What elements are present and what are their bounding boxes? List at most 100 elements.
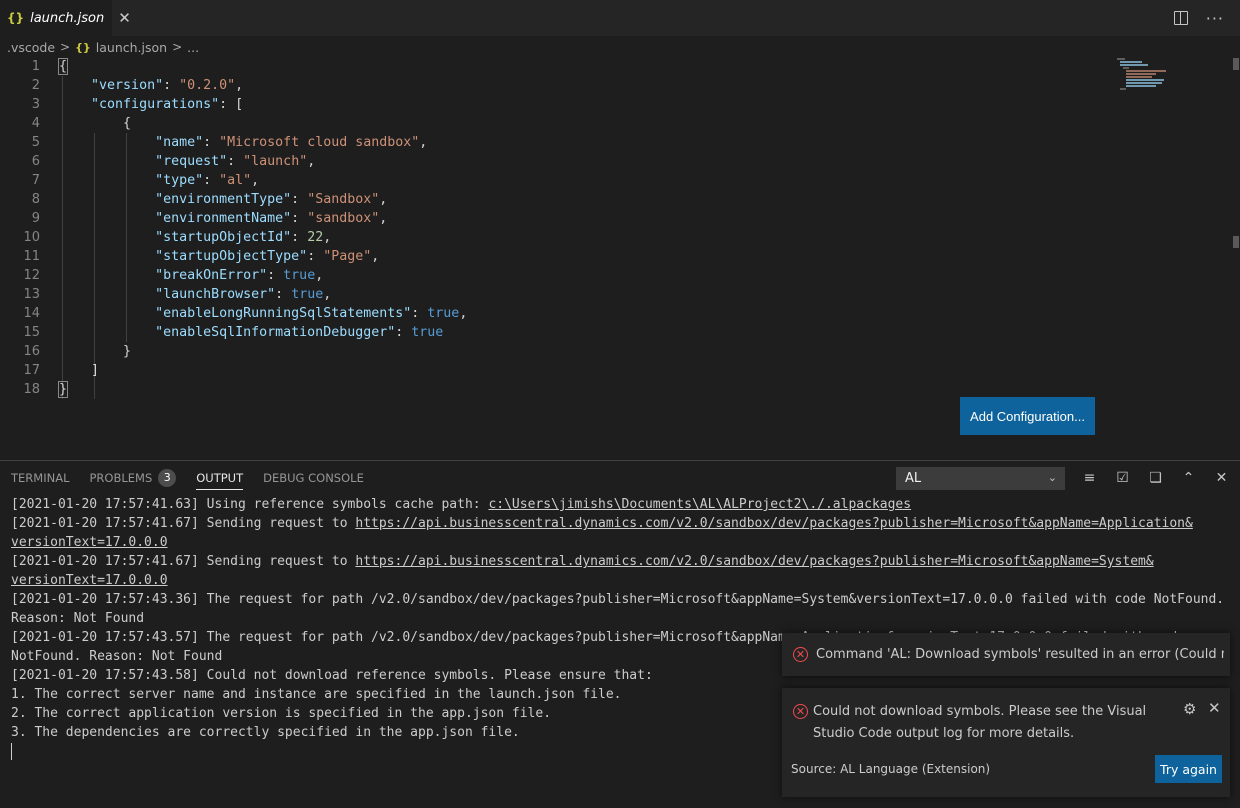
scrollbar-marker bbox=[1233, 236, 1239, 248]
code-token: "request" bbox=[155, 154, 228, 169]
output-channel-select[interactable]: AL ⌄ bbox=[896, 467, 1065, 490]
breadcrumb-file[interactable]: launch.json bbox=[96, 40, 167, 55]
code-content[interactable]: { "version": "0.2.0", "configurations": … bbox=[57, 57, 468, 399]
code-token: : bbox=[227, 154, 244, 169]
code-line: "enableSqlInformationDebugger": true bbox=[59, 323, 467, 342]
output-link[interactable]: https://api.businesscentral.dynamics.com… bbox=[355, 554, 1153, 569]
chevron-down-icon: ⌄ bbox=[1047, 471, 1057, 484]
code-token: : bbox=[203, 173, 220, 188]
code-line: "type": "al", bbox=[59, 171, 467, 190]
code-line: } bbox=[59, 342, 467, 361]
code-token: } bbox=[59, 344, 132, 359]
notification-message: Command 'AL: Download symbols' resulted … bbox=[816, 647, 1224, 662]
code-token: : bbox=[291, 230, 308, 245]
chevron-right-icon: > bbox=[60, 40, 71, 54]
line-number-gutter: 1 2 3 4 5 6 7 8 9 10 11 12 13 14 15 16 17 18 bbox=[0, 57, 40, 399]
code-line: "environmentName": "sandbox", bbox=[59, 209, 467, 228]
output-line: [2021-01-20 17:57:41.67] Sending request… bbox=[11, 514, 1226, 533]
code-token: "Microsoft cloud sandbox" bbox=[219, 135, 420, 150]
split-editor-icon[interactable] bbox=[1173, 11, 1188, 25]
breadcrumb-more[interactable]: ... bbox=[187, 40, 199, 55]
text-cursor bbox=[11, 743, 12, 760]
code-token: ] bbox=[59, 363, 100, 378]
maximize-panel-icon[interactable]: ⌃ bbox=[1179, 470, 1198, 486]
clear-output-icon[interactable]: ≡ bbox=[1080, 470, 1099, 486]
code-token: : bbox=[395, 325, 412, 340]
error-notification-detailed[interactable]: ✕ Could not download symbols. Please see… bbox=[782, 688, 1230, 797]
tab-debug-console[interactable]: DEBUG CONSOLE bbox=[263, 461, 364, 495]
code-token: : bbox=[203, 135, 220, 150]
code-token: , bbox=[459, 306, 468, 321]
close-icon[interactable]: ✕ bbox=[1208, 699, 1221, 717]
output-text: [2021-01-20 17:57:43.36] The request for… bbox=[11, 592, 1225, 607]
line-number: 14 bbox=[23, 306, 40, 321]
line-number: 1 bbox=[31, 59, 40, 74]
tab-launch-json[interactable]: {} launch.json ✕ bbox=[0, 0, 131, 36]
tab-terminal[interactable]: TERMINAL bbox=[11, 461, 69, 495]
error-notification[interactable]: ✕ Command 'AL: Download symbols' resulte… bbox=[782, 633, 1230, 676]
line-number: 17 bbox=[23, 363, 40, 378]
code-line: ] bbox=[59, 361, 467, 380]
code-token: , bbox=[307, 154, 316, 169]
output-link[interactable]: versionText=17.0.0.0 bbox=[11, 573, 168, 588]
tab-label: launch.json bbox=[30, 10, 105, 26]
close-icon[interactable]: ✕ bbox=[118, 9, 131, 27]
tab-label: OUTPUT bbox=[196, 471, 244, 485]
gear-icon[interactable]: ⚙ bbox=[1183, 700, 1196, 718]
output-line: [2021-01-20 17:57:41.63] Using reference… bbox=[11, 495, 1226, 514]
json-file-icon: {} bbox=[7, 11, 25, 25]
problems-count-badge: 3 bbox=[158, 469, 177, 487]
output-link[interactable]: c:\Users\jimishs\Documents\AL\ALProject2… bbox=[488, 497, 911, 512]
code-token: true bbox=[283, 268, 316, 283]
code-token: "configurations" bbox=[91, 97, 220, 112]
add-configuration-button[interactable]: Add Configuration... bbox=[960, 397, 1095, 435]
minimap[interactable] bbox=[1117, 58, 1169, 94]
line-number: 13 bbox=[23, 287, 40, 302]
line-number: 7 bbox=[31, 173, 40, 188]
breadcrumb-folder[interactable]: .vscode bbox=[7, 40, 55, 55]
code-token: "enableLongRunningSqlStatements" bbox=[155, 306, 412, 321]
line-number: 15 bbox=[23, 325, 40, 340]
code-token: true bbox=[291, 287, 324, 302]
code-token: "name" bbox=[155, 135, 204, 150]
line-number: 18 bbox=[23, 382, 40, 397]
close-panel-icon[interactable]: ✕ bbox=[1212, 470, 1231, 486]
code-token: "0.2.0" bbox=[179, 78, 236, 93]
code-line: "startupObjectType": "Page", bbox=[59, 247, 467, 266]
tab-label: TERMINAL bbox=[11, 471, 70, 485]
code-token: , bbox=[379, 211, 388, 226]
error-icon: ✕ bbox=[793, 647, 808, 662]
code-token: : bbox=[267, 268, 284, 283]
code-token: "al" bbox=[219, 173, 252, 188]
line-number: 5 bbox=[31, 135, 40, 150]
try-again-button[interactable]: Try again bbox=[1155, 755, 1222, 783]
output-text: [2021-01-20 17:57:41.67] Sending request… bbox=[11, 516, 356, 531]
code-token: true bbox=[427, 306, 460, 321]
code-token: : bbox=[291, 211, 308, 226]
code-token: "breakOnError" bbox=[155, 268, 268, 283]
line-number: 6 bbox=[31, 154, 40, 169]
tab-label: DEBUG CONSOLE bbox=[263, 471, 364, 485]
editor-scrollbar[interactable] bbox=[1230, 57, 1240, 459]
code-line: { bbox=[59, 114, 467, 133]
open-log-file-icon[interactable]: ❏ bbox=[1146, 470, 1165, 486]
code-token: 22 bbox=[307, 230, 324, 245]
output-link[interactable]: https://api.businesscentral.dynamics.com… bbox=[355, 516, 1192, 531]
code-token: , bbox=[235, 78, 244, 93]
output-link[interactable]: versionText=17.0.0.0 bbox=[11, 535, 168, 550]
lock-scroll-icon[interactable]: ☑ bbox=[1113, 470, 1132, 486]
tab-output[interactable]: OUTPUT bbox=[196, 461, 243, 495]
code-line: "configurations": [ bbox=[59, 95, 467, 114]
tab-problems[interactable]: PROBLEMS 3 bbox=[89, 461, 177, 495]
output-text: 1. The correct server name and instance … bbox=[11, 687, 622, 702]
code-token: : bbox=[291, 192, 308, 207]
more-actions-icon[interactable]: ··· bbox=[1206, 9, 1224, 28]
notification-source: Source: AL Language (Extension) bbox=[791, 762, 991, 776]
code-line: "name": "Microsoft cloud sandbox", bbox=[59, 133, 467, 152]
